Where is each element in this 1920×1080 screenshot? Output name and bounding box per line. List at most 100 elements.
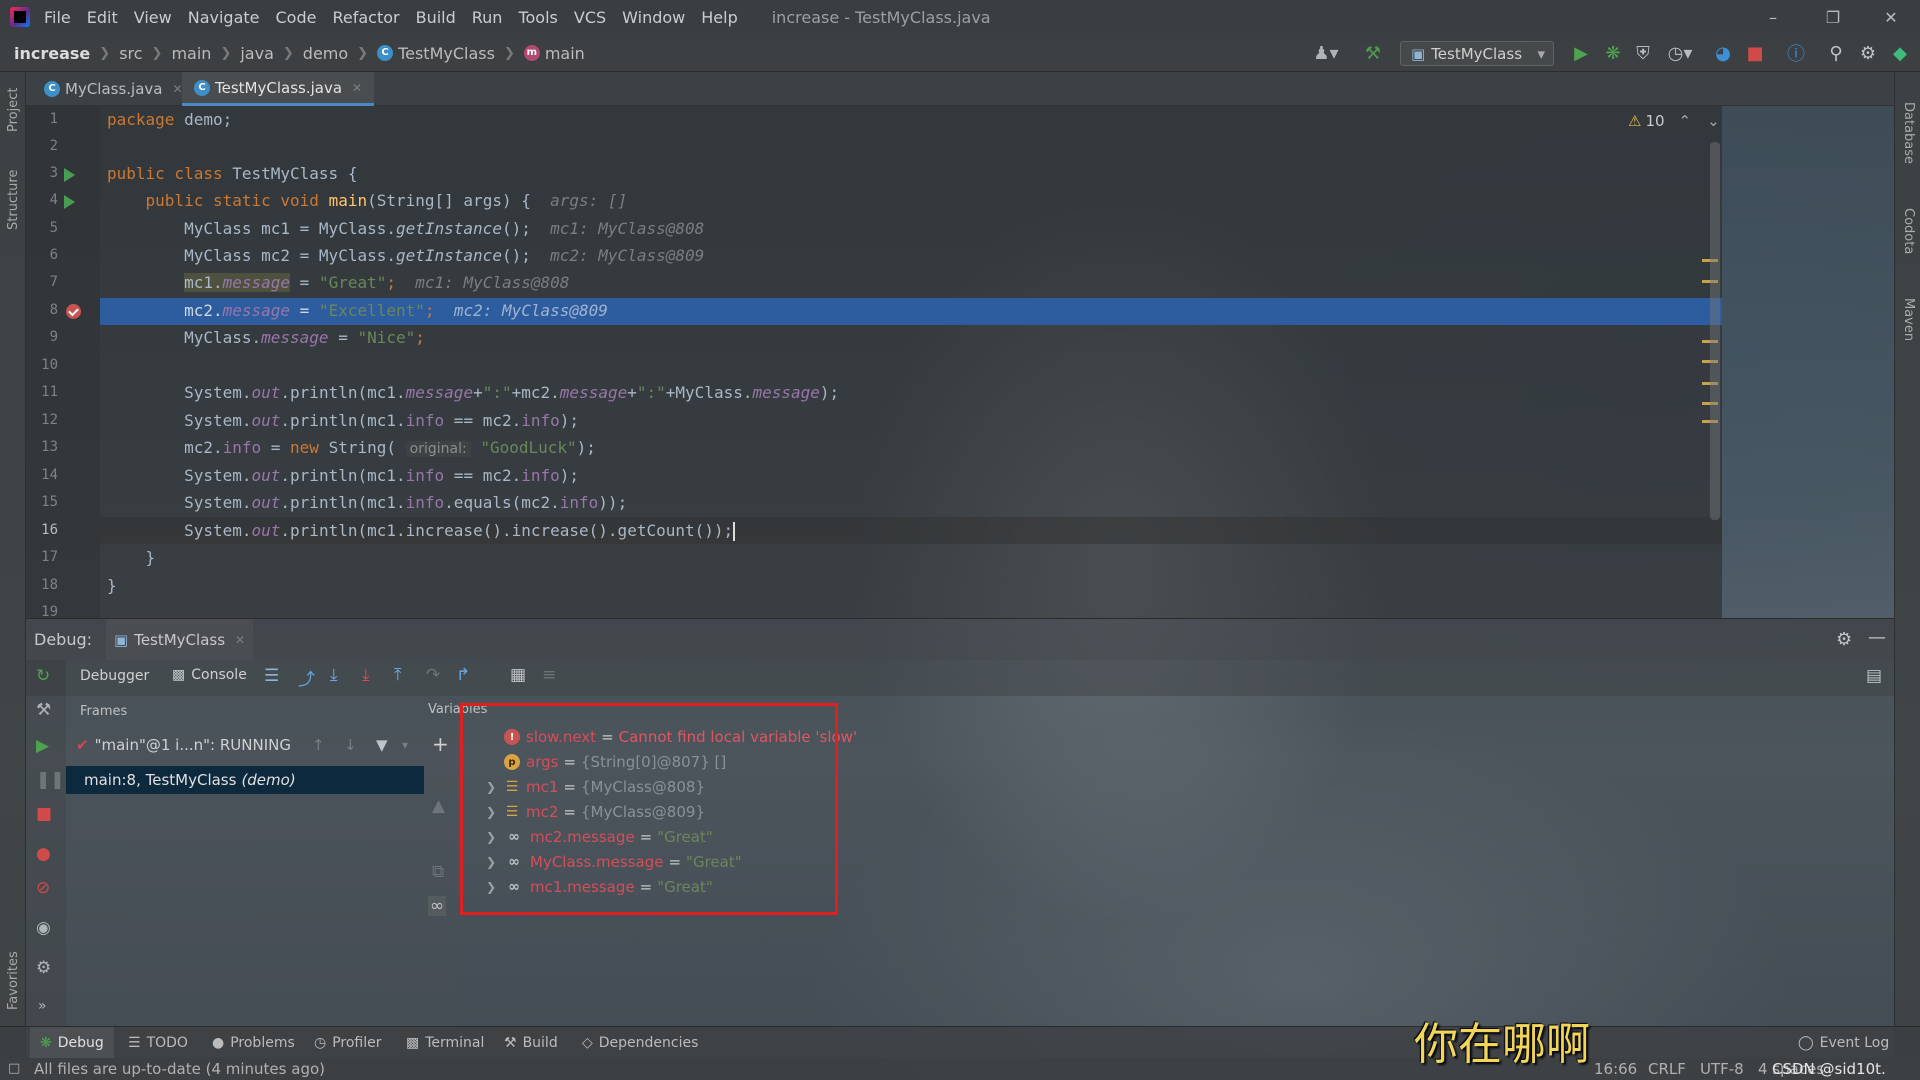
- search-icon[interactable]: ⚲: [1822, 34, 1850, 72]
- profiler-icon[interactable]: ◷▾: [1660, 34, 1700, 72]
- watches-glasses-icon[interactable]: ∞: [428, 896, 447, 916]
- menu-tools[interactable]: Tools: [518, 8, 557, 27]
- filter-icon[interactable]: ▼: [376, 736, 388, 754]
- help-icon[interactable]: ⓘ: [1782, 34, 1810, 72]
- coverage-icon[interactable]: ⛨: [1630, 34, 1656, 72]
- editor-scrollbar[interactable]: [1710, 142, 1720, 520]
- more-icon[interactable]: »: [38, 998, 47, 1014]
- breadcrumb-main[interactable]: main: [171, 44, 211, 63]
- user-icon[interactable]: ♟▾: [1308, 34, 1344, 72]
- view-breakpoints-icon[interactable]: ●: [36, 844, 51, 864]
- code-editor[interactable]: 1 2 3 4 5 6 7 8 9 10 11 12 13 14 15 16 1…: [26, 106, 1722, 618]
- debug-bug-icon[interactable]: ❋: [1600, 34, 1626, 72]
- menu-code[interactable]: Code: [276, 8, 317, 27]
- trace-icon[interactable]: ≡: [542, 665, 556, 685]
- menu-navigate[interactable]: Navigate: [188, 8, 260, 27]
- menu-refactor[interactable]: Refactor: [332, 8, 399, 27]
- tab-problems[interactable]: ● Problems: [212, 1027, 295, 1059]
- breakpoint-icon[interactable]: [66, 304, 81, 319]
- chevron-down-icon[interactable]: ⌄: [1707, 112, 1720, 130]
- tab-todo[interactable]: ☰ TODO: [128, 1027, 188, 1059]
- tab-profiler[interactable]: ◷ Profiler: [314, 1027, 382, 1059]
- breadcrumb-demo[interactable]: demo: [303, 44, 348, 63]
- close-tab-icon[interactable]: ✕: [235, 633, 245, 647]
- arrow-down-icon[interactable]: ↓: [344, 736, 357, 754]
- camera-icon[interactable]: ◉: [36, 918, 51, 938]
- menu-file[interactable]: File: [44, 8, 71, 27]
- copy-icon[interactable]: ⧉: [432, 862, 444, 882]
- breadcrumb-project[interactable]: increase: [14, 44, 90, 63]
- evaluate-expression-icon[interactable]: ▦: [510, 665, 526, 685]
- add-watch-icon[interactable]: +: [432, 732, 449, 756]
- breadcrumb-method[interactable]: main: [545, 44, 585, 63]
- menu-run[interactable]: Run: [472, 8, 503, 27]
- thread-selector[interactable]: ✔ "main"@1 i...n": RUNNING ↑ ↓ ▼ ▾: [76, 732, 416, 758]
- menu-help[interactable]: Help: [701, 8, 737, 27]
- run-to-cursor-icon[interactable]: ↱: [456, 665, 470, 685]
- settings-gear-icon[interactable]: ⚙: [36, 958, 51, 978]
- layout-icon[interactable]: ▤: [1866, 666, 1882, 686]
- breadcrumb-src[interactable]: src: [119, 44, 142, 63]
- stop-icon[interactable]: ■: [1742, 34, 1768, 72]
- plugin-icon[interactable]: ◆: [1886, 34, 1914, 72]
- caret-position[interactable]: 16:66: [1594, 1058, 1637, 1080]
- inspection-widget[interactable]: ⚠ 10 ⌃ ⌄: [1628, 112, 1720, 130]
- breadcrumb-java[interactable]: java: [240, 44, 274, 63]
- run-main-icon[interactable]: [64, 195, 75, 209]
- move-up-icon[interactable]: ▲: [432, 796, 445, 816]
- minimize-icon[interactable]: –: [1750, 0, 1796, 34]
- status-window-icon[interactable]: □: [8, 1058, 20, 1080]
- hide-panel-icon[interactable]: —: [1868, 627, 1886, 648]
- chevron-down-icon[interactable]: ▾: [402, 738, 408, 752]
- drop-frame-icon[interactable]: ↷: [426, 665, 440, 685]
- close-icon[interactable]: ✕: [1868, 0, 1914, 34]
- tab-build[interactable]: ⚒ Build: [504, 1027, 558, 1059]
- database-tool-button[interactable]: Database: [1901, 102, 1916, 164]
- debug-session-tab[interactable]: ▣ TestMyClass ✕: [106, 618, 254, 661]
- tab-dependencies[interactable]: ◇ Dependencies: [582, 1027, 698, 1059]
- favorites-tool-button[interactable]: Favorites: [6, 951, 21, 1010]
- tab-myclass-java[interactable]: C MyClass.java ✕: [32, 72, 195, 106]
- run-configuration-select[interactable]: ▣ TestMyClass ▾: [1400, 41, 1554, 66]
- run-class-icon[interactable]: [64, 168, 75, 182]
- menu-window[interactable]: Window: [622, 8, 685, 27]
- resume-icon[interactable]: ▶: [36, 736, 49, 756]
- event-log-button[interactable]: ◯ Event Log: [1798, 1027, 1889, 1059]
- structure-tool-button[interactable]: Structure: [6, 170, 21, 230]
- menu-build[interactable]: Build: [416, 8, 456, 27]
- step-over-icon[interactable]: ⤴: [298, 665, 315, 690]
- tab-testmyclass-java[interactable]: C TestMyClass.java ✕: [182, 72, 375, 106]
- project-tool-button[interactable]: Project: [6, 88, 21, 132]
- attach-debugger-icon[interactable]: ◕: [1710, 34, 1736, 72]
- step-out-icon[interactable]: ⤒: [394, 665, 402, 685]
- rerun-icon[interactable]: ↻: [36, 666, 50, 686]
- restore-icon[interactable]: ❐: [1810, 0, 1856, 34]
- menu-edit[interactable]: Edit: [87, 8, 118, 27]
- tab-console[interactable]: ▩ Console: [172, 667, 247, 683]
- tab-debug[interactable]: ❋ Debug: [30, 1027, 114, 1059]
- close-tab-icon[interactable]: ✕: [352, 81, 362, 95]
- force-step-into-icon[interactable]: ⤓: [362, 665, 370, 685]
- file-encoding[interactable]: UTF-8: [1700, 1058, 1744, 1080]
- build-hammer-icon[interactable]: ⚒: [1358, 34, 1388, 72]
- maven-tool-button[interactable]: Maven: [1901, 298, 1916, 341]
- menu-vcs[interactable]: VCS: [574, 8, 606, 27]
- mute-breakpoints-icon[interactable]: ⊘: [36, 878, 50, 898]
- step-into-icon[interactable]: ⤓: [330, 665, 338, 685]
- show-execution-point-icon[interactable]: ☰: [264, 666, 279, 686]
- line-separator[interactable]: CRLF: [1648, 1058, 1686, 1080]
- run-icon[interactable]: ▶: [1568, 34, 1594, 72]
- modify-run-config-icon[interactable]: ⚒: [36, 700, 51, 720]
- settings-gear-icon[interactable]: ⚙: [1836, 629, 1852, 650]
- codota-tool-button[interactable]: Codota: [1901, 208, 1916, 254]
- stack-frame-item[interactable]: main:8, TestMyClass (demo): [66, 766, 424, 794]
- chevron-up-icon[interactable]: ⌃: [1679, 112, 1692, 130]
- tab-debugger[interactable]: Debugger: [80, 668, 149, 684]
- breadcrumb-class[interactable]: TestMyClass: [398, 44, 495, 63]
- stop-icon[interactable]: ■: [36, 804, 52, 824]
- menu-view[interactable]: View: [134, 8, 172, 27]
- tab-terminal[interactable]: ▩ Terminal: [406, 1027, 484, 1059]
- settings-gear-icon[interactable]: ⚙: [1854, 34, 1882, 72]
- arrow-up-icon[interactable]: ↑: [312, 736, 325, 754]
- pause-icon[interactable]: ❚❚: [36, 770, 65, 790]
